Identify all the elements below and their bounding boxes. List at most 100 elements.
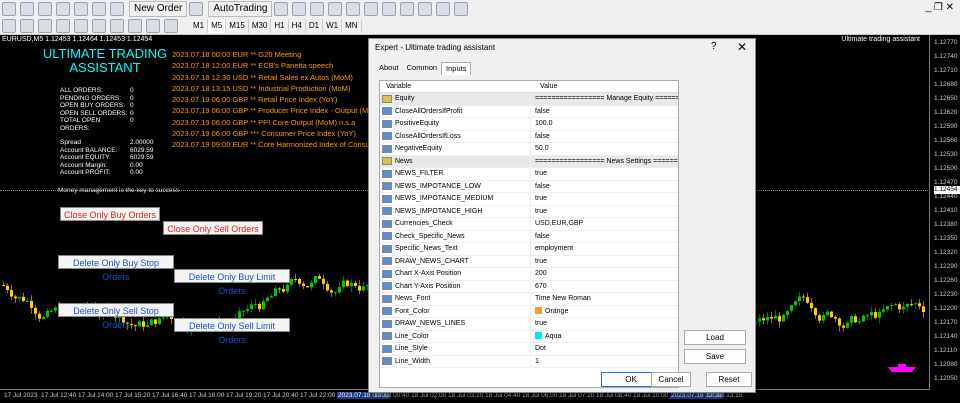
line-chart-icon[interactable] — [310, 2, 325, 16]
timeframe-h4[interactable]: H4 — [289, 19, 306, 33]
periods-icon[interactable] — [436, 2, 451, 16]
param-value[interactable]: Orange — [530, 305, 678, 317]
new-order-button[interactable]: New Order — [129, 1, 188, 17]
param-row[interactable]: NEWS_IMPOTANCE_LOW false — [380, 180, 678, 193]
param-row[interactable]: NEWS_FILTER true — [380, 168, 678, 181]
param-row[interactable]: DRAW_NEWS_LINES true — [380, 318, 678, 331]
param-value[interactable]: ================= Manage Equity ========… — [530, 93, 678, 105]
param-value[interactable]: employment — [530, 243, 678, 255]
tab-common[interactable]: Common — [403, 62, 441, 74]
column-value[interactable]: Value — [536, 81, 557, 92]
close-buy-orders-button[interactable]: Close Only Buy Orders — [60, 207, 160, 221]
text-icon[interactable] — [128, 19, 142, 33]
delete-buy-limit-button[interactable]: Delete Only Buy Limit Orders — [174, 269, 290, 296]
param-row[interactable]: Check_Specific_News false — [380, 230, 678, 243]
navigator-icon[interactable] — [74, 2, 88, 16]
save-button[interactable]: Save — [684, 349, 746, 364]
delete-buy-stop-button[interactable]: Delete Only Buy Stop Orders — [58, 255, 174, 282]
param-row[interactable]: Line_Width 1 — [380, 355, 678, 368]
param-value[interactable]: true — [530, 168, 678, 180]
templates-icon[interactable] — [454, 2, 469, 16]
param-value[interactable]: false — [530, 105, 678, 117]
timeframe-h1[interactable]: H1 — [271, 19, 289, 33]
param-row[interactable]: NEWS_IMPOTANCE_MEDIUM true — [380, 193, 678, 206]
param-value[interactable]: Time New Roman — [530, 293, 678, 305]
tab-about[interactable]: About — [375, 62, 403, 74]
param-row[interactable]: NEWS_IMPOTANCE_HIGH true — [380, 205, 678, 218]
tile-windows-icon[interactable] — [364, 2, 379, 16]
market-watch-icon[interactable] — [38, 2, 52, 16]
timeframe-mn[interactable]: MN — [342, 19, 362, 33]
param-row[interactable]: Chart X-Axis Position 200 — [380, 268, 678, 281]
delete-sell-limit-button[interactable]: Delete Only Sell Limit Orders — [174, 318, 290, 345]
param-value[interactable]: 1 — [530, 355, 678, 367]
close-sell-orders-button[interactable]: Close Only Sell Orders — [163, 221, 263, 235]
delete-sell-stop-button[interactable]: Delete Only Sell Stop Orders — [58, 303, 174, 330]
param-row[interactable]: CloseAllOrdersIfProfit false — [380, 105, 678, 118]
candlestick-icon[interactable] — [292, 2, 307, 16]
param-value[interactable]: 50.0 — [530, 143, 678, 155]
param-value[interactable]: 100.0 — [530, 118, 678, 130]
param-row[interactable]: Currencies_Check USD,EUR,GBP — [380, 218, 678, 231]
param-row[interactable]: NegativeEquity 50.0 — [380, 143, 678, 156]
timeframe-m1[interactable]: M1 — [190, 19, 209, 33]
param-value[interactable]: USD,EUR,GBP — [530, 218, 678, 230]
param-value[interactable]: 670 — [530, 280, 678, 292]
horizontal-line-icon[interactable] — [56, 19, 70, 33]
load-button[interactable]: Load — [684, 330, 746, 345]
param-row[interactable]: Specific_News_Text employment — [380, 243, 678, 256]
param-row[interactable]: Equity ================= Manage Equity ==… — [380, 93, 678, 106]
param-row[interactable]: Line_Color Aqua — [380, 330, 678, 343]
fibonacci-icon[interactable] — [110, 19, 124, 33]
bar-chart-icon[interactable] — [274, 2, 289, 16]
cancel-button[interactable]: Cancel — [651, 372, 691, 387]
timeframe-d1[interactable]: D1 — [306, 19, 324, 33]
param-value[interactable]: Dot — [530, 343, 678, 355]
param-value[interactable]: false — [530, 180, 678, 192]
timeframe-m30[interactable]: M30 — [249, 19, 272, 33]
param-value[interactable]: true — [530, 205, 678, 217]
close-icon[interactable]: ✕ — [737, 40, 747, 54]
param-row[interactable]: Font_Color Orange — [380, 305, 678, 318]
profiles-icon[interactable] — [20, 2, 34, 16]
param-value[interactable]: true — [530, 193, 678, 205]
new-chart-icon[interactable] — [2, 2, 16, 16]
param-row[interactable]: Chart Y-Axis Position 670 — [380, 280, 678, 293]
arrows-icon[interactable] — [164, 19, 178, 33]
param-row[interactable]: DRAW_NEWS_CHART true — [380, 255, 678, 268]
text-label-icon[interactable] — [146, 19, 160, 33]
metaeditor-icon[interactable] — [189, 2, 204, 16]
price-axis[interactable]: 1.12770 1.12740 1.12710 1.12680 1.12650 1.126… — [929, 35, 960, 389]
terminal-icon[interactable] — [92, 2, 106, 16]
param-row[interactable]: PositiveEquity 100.0 — [380, 118, 678, 131]
param-value[interactable]: 200 — [530, 268, 678, 280]
autotrading-button[interactable]: AutoTrading — [208, 1, 273, 17]
param-row[interactable]: News_Font Time New Roman — [380, 293, 678, 306]
column-variable[interactable]: Variable — [380, 81, 536, 92]
chart-shift-icon[interactable] — [400, 2, 415, 16]
help-icon[interactable]: ? — [711, 41, 717, 52]
zoom-out-icon[interactable] — [346, 2, 361, 16]
indicators-icon[interactable] — [418, 2, 433, 16]
crosshair-icon[interactable] — [20, 19, 34, 33]
param-value[interactable]: Aqua — [530, 330, 678, 342]
trendline-icon[interactable] — [74, 19, 88, 33]
param-value[interactable]: ================= News Settings ========… — [530, 155, 678, 167]
timeframe-w1[interactable]: W1 — [323, 19, 343, 33]
equidistant-channel-icon[interactable] — [92, 19, 106, 33]
auto-scroll-icon[interactable] — [382, 2, 397, 16]
param-row[interactable]: CloseAllOrdersIfLoss false — [380, 130, 678, 143]
param-row[interactable]: News ================= News Settings ====… — [380, 155, 678, 168]
strategy-tester-icon[interactable] — [110, 2, 124, 16]
cursor-icon[interactable] — [2, 19, 16, 33]
tab-inputs[interactable]: Inputs — [441, 62, 472, 75]
param-value[interactable]: false — [530, 230, 678, 242]
window-minimize-icon[interactable]: _ ❐ ✕ — [926, 2, 954, 13]
zoom-in-icon[interactable] — [328, 2, 343, 16]
timeframe-m5[interactable]: M5 — [208, 19, 227, 33]
param-row[interactable]: Line_Style Dot — [380, 343, 678, 356]
param-value[interactable]: true — [530, 255, 678, 267]
param-value[interactable]: true — [530, 318, 678, 330]
param-value[interactable]: false — [530, 130, 678, 142]
vertical-line-icon[interactable] — [38, 19, 52, 33]
